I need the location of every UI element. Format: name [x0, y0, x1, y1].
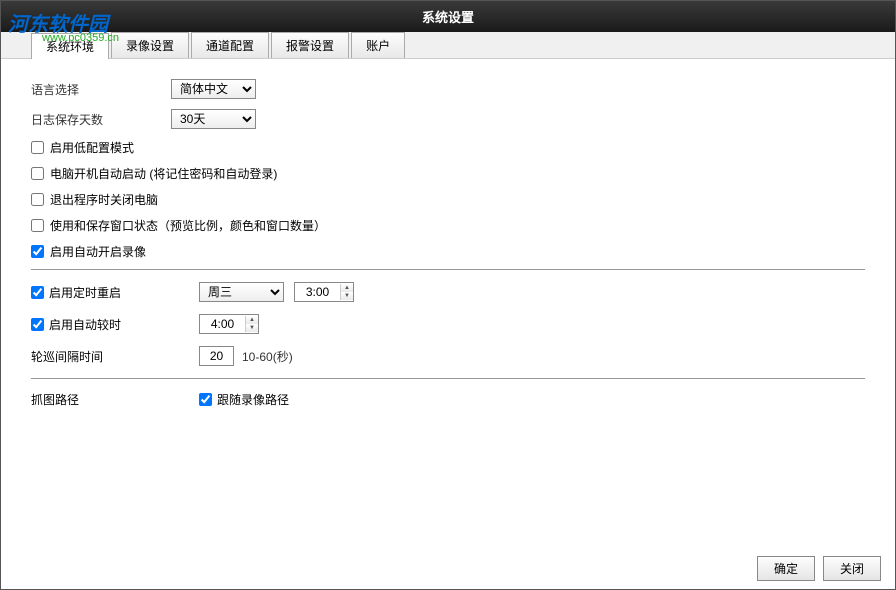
window-title: 系统设置: [1, 1, 895, 32]
log-days-label: 日志保存天数: [31, 111, 171, 128]
auto-record-label: 启用自动开启录像: [50, 243, 146, 260]
low-config-label: 启用低配置模式: [50, 139, 134, 156]
restart-day-select[interactable]: 周三: [199, 282, 284, 302]
content-panel: 语言选择 简体中文 日志保存天数 30天 启用低配置模式 电脑开机自动启动 (将…: [1, 59, 895, 548]
snapshot-label: 抓图路径: [31, 391, 199, 408]
patrol-interval-input[interactable]: [199, 346, 234, 366]
restart-label: 启用定时重启: [49, 284, 121, 301]
restart-time-spinner[interactable]: ▲▼: [340, 284, 353, 300]
auto-start-label: 电脑开机自动启动 (将记住密码和自动登录): [50, 165, 277, 182]
follow-record-path-label: 跟随录像路径: [217, 391, 289, 408]
save-window-label: 使用和保存窗口状态（预览比例，颜色和窗口数量）: [50, 217, 326, 234]
language-select[interactable]: 简体中文: [171, 79, 256, 99]
auto-record-checkbox[interactable]: [31, 245, 44, 258]
shutdown-checkbox[interactable]: [31, 193, 44, 206]
patrol-hint: 10-60(秒): [242, 348, 293, 365]
auto-time-input[interactable]: ▲▼: [199, 314, 259, 334]
auto-time-label: 启用自动较时: [49, 316, 121, 333]
log-days-select[interactable]: 30天: [171, 109, 256, 129]
tab-alarm-settings[interactable]: 报警设置: [271, 32, 349, 58]
auto-time-field[interactable]: [200, 317, 245, 331]
restart-time-input[interactable]: ▲▼: [294, 282, 354, 302]
restart-checkbox[interactable]: [31, 286, 44, 299]
follow-record-path-checkbox[interactable]: [199, 393, 212, 406]
shutdown-label: 退出程序时关闭电脑: [50, 191, 158, 208]
divider: [31, 269, 865, 270]
ok-button[interactable]: 确定: [757, 556, 815, 581]
divider-2: [31, 378, 865, 379]
tab-account[interactable]: 账户: [351, 32, 405, 58]
settings-window: 系统设置 系统环境 录像设置 通道配置 报警设置 账户 语言选择 简体中文 日志…: [0, 0, 896, 590]
save-window-checkbox[interactable]: [31, 219, 44, 232]
auto-time-spinner[interactable]: ▲▼: [245, 316, 258, 332]
tab-system-env[interactable]: 系统环境: [31, 33, 109, 59]
footer: 确定 关闭: [1, 548, 895, 589]
patrol-label: 轮巡间隔时间: [31, 348, 199, 365]
auto-time-checkbox[interactable]: [31, 318, 44, 331]
language-label: 语言选择: [31, 81, 171, 98]
tab-bar: 系统环境 录像设置 通道配置 报警设置 账户: [1, 32, 895, 59]
tab-record-settings[interactable]: 录像设置: [111, 32, 189, 58]
auto-start-checkbox[interactable]: [31, 167, 44, 180]
low-config-checkbox[interactable]: [31, 141, 44, 154]
tab-channel-config[interactable]: 通道配置: [191, 32, 269, 58]
restart-time-field[interactable]: [295, 285, 340, 299]
close-button[interactable]: 关闭: [823, 556, 881, 581]
